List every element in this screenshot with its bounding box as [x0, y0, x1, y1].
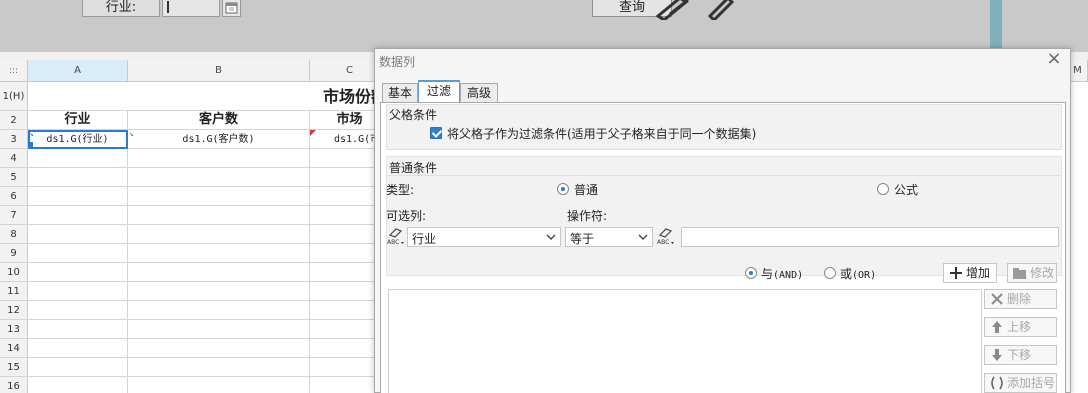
parameter-panel: 行业: 查询 — [0, 0, 1088, 52]
report-title-cell[interactable]: 市场份额占比分析 — [28, 82, 390, 111]
row-header[interactable]: 9 — [0, 244, 28, 263]
condition-marker-icon — [310, 130, 316, 136]
plus-icon — [950, 267, 962, 279]
data-cell-text: ds1.G(行业) — [46, 134, 109, 145]
move-up-button[interactable]: 上移 — [984, 317, 1057, 337]
add-bracket-button[interactable]: 添加括号 — [984, 373, 1057, 393]
column-select[interactable]: 行业 — [407, 227, 561, 247]
parent-condition-title: 父格条件 — [389, 108, 438, 122]
column-header-a[interactable]: A — [28, 60, 128, 82]
pencil-icon[interactable] — [700, 0, 736, 20]
row-header[interactable]: 10 — [0, 263, 28, 282]
row-header[interactable]: 3 — [0, 130, 28, 149]
row-header[interactable]: 15 — [0, 358, 28, 377]
parent-filter-checkbox[interactable] — [430, 127, 442, 139]
type-normal-radio[interactable] — [557, 183, 569, 195]
grid-corner[interactable]: ::: — [0, 60, 28, 82]
abc-value-icon[interactable]: ABC — [657, 227, 675, 245]
tab-basic[interactable]: 基本 — [382, 83, 418, 103]
operator-select-value: 等于 — [570, 232, 595, 246]
row-header[interactable]: 11 — [0, 282, 28, 301]
calendar-icon[interactable] — [222, 0, 241, 17]
operator-label: 操作符: — [567, 209, 608, 223]
normal-condition-title: 普通条件 — [389, 161, 438, 175]
chevron-down-icon[interactable] — [637, 230, 649, 244]
divider — [387, 175, 1061, 176]
chevron-down-icon[interactable] — [545, 230, 557, 244]
move-down-button[interactable]: 下移 — [984, 345, 1057, 365]
column-select-value: 行业 — [412, 232, 437, 246]
logic-and-label[interactable]: 与(AND) — [761, 265, 803, 282]
row-header[interactable]: 1(H) — [0, 82, 28, 111]
parent-condition-group: 父格条件 将父格子作为过滤条件(适用于父子格来自于同一个数据集) — [386, 104, 1062, 150]
svg-text:ABC: ABC — [387, 239, 399, 245]
bracket-icon — [991, 376, 1003, 390]
column-label: 可选列: — [386, 209, 427, 223]
data-cell-customers[interactable]: ↘ ds1.G(客户数) — [128, 130, 310, 149]
row-header[interactable]: 13 — [0, 320, 28, 339]
type-formula-radio[interactable] — [877, 183, 889, 195]
industry-param-label: 行业: — [82, 0, 160, 17]
arrow-up-icon — [992, 321, 1002, 333]
expand-direction-icon: ↘ — [29, 130, 34, 138]
expand-direction-icon: ↘ — [129, 130, 134, 138]
folder-edit-icon — [1013, 268, 1026, 279]
type-normal-label[interactable]: 普通 — [574, 181, 598, 198]
abc-field-icon[interactable]: ABC — [387, 227, 405, 245]
type-label: 类型: — [386, 183, 415, 197]
row-header[interactable]: 12 — [0, 301, 28, 320]
value-input[interactable] — [681, 227, 1059, 247]
add-button[interactable]: 增加 — [943, 263, 997, 283]
delete-button[interactable]: 删除 — [984, 289, 1057, 309]
row-header[interactable]: 16 — [0, 377, 28, 393]
row-header[interactable]: 4 — [0, 149, 28, 168]
pen-icon[interactable] — [650, 0, 694, 20]
logic-or-radio[interactable] — [824, 267, 836, 279]
row-header[interactable]: 5 — [0, 168, 28, 187]
column-header-b[interactable]: B — [128, 60, 310, 82]
empty-cells-col-a[interactable] — [28, 149, 128, 393]
modify-button[interactable]: 修改 — [1007, 263, 1057, 283]
row-header[interactable]: 2 — [0, 111, 28, 130]
row-header[interactable]: 14 — [0, 339, 28, 358]
vertical-scrollbar[interactable] — [990, 0, 1002, 52]
parent-filter-label[interactable]: 将父格子作为过滤条件(适用于父子格来自于同一个数据集) — [447, 125, 756, 142]
panel-background — [1002, 0, 1088, 52]
logic-and-radio[interactable] — [745, 267, 757, 279]
column-header-m[interactable]: M — [1068, 60, 1088, 82]
data-column-dialog: 数据列 × 基本 过滤 高级 父格条件 将父格子作为过滤条件(适用于父子格来自于… — [374, 48, 1071, 393]
fill-handle[interactable] — [28, 142, 33, 147]
header-cell-industry[interactable]: 行业 — [28, 111, 128, 130]
tab-filter[interactable]: 过滤 — [418, 80, 460, 103]
dialog-title: 数据列 — [379, 55, 416, 69]
normal-condition-group: 普通条件 类型: 普通 公式 可选列: 操作符: ABC 行业 等于 ABC — [386, 156, 1062, 276]
close-icon — [991, 293, 1003, 305]
data-cell-industry[interactable]: ↘ ds1.G(行业) — [28, 130, 128, 149]
svg-text:ABC: ABC — [657, 239, 669, 245]
header-cell-customers[interactable]: 客户数 — [128, 111, 310, 130]
arrow-down-icon — [992, 349, 1002, 361]
logic-or-code: (OR) — [852, 270, 877, 281]
close-icon[interactable]: × — [1046, 50, 1062, 68]
logic-and-code: (AND) — [773, 270, 804, 281]
type-formula-label[interactable]: 公式 — [894, 181, 918, 198]
row-header[interactable]: 6 — [0, 187, 28, 206]
data-cell-text: ds1.G(客户数) — [182, 134, 255, 145]
text-caret — [167, 1, 169, 13]
tab-advanced[interactable]: 高级 — [460, 83, 498, 103]
empty-cells-col-b[interactable] — [128, 149, 310, 393]
condition-list[interactable] — [388, 289, 982, 393]
row-header[interactable]: 7 — [0, 206, 28, 225]
filter-panel: 父格条件 将父格子作为过滤条件(适用于父子格来自于同一个数据集) 普通条件 类型… — [380, 102, 1066, 393]
logic-or-label[interactable]: 或(OR) — [840, 265, 876, 282]
operator-select[interactable]: 等于 — [565, 227, 653, 247]
industry-param-input[interactable] — [162, 0, 220, 17]
row-header[interactable]: 8 — [0, 225, 28, 244]
